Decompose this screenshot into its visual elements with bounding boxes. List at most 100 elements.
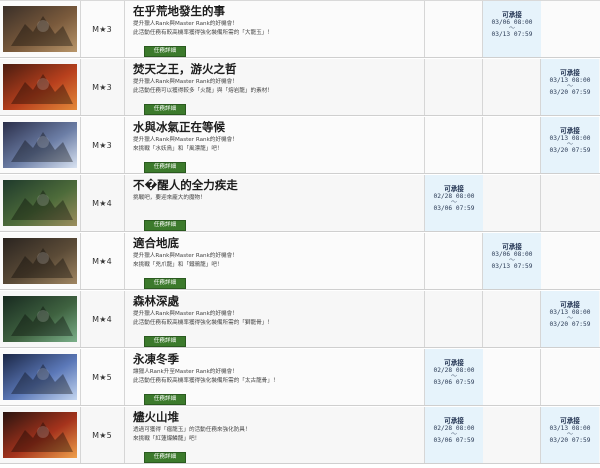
availability-window: 可承接 03/06 08:00 〜 03/13 07:59	[483, 9, 541, 39]
quest-rank: M★4	[92, 198, 112, 208]
quest-info: 焚天之王，游火之哲 提升獵人Rank與Master Rank的好機會！ 此活動任務可…	[133, 62, 423, 95]
quest-details-button[interactable]: 任務詳細	[144, 104, 186, 115]
availability-window: 可承接 02/28 08:00 〜 03/06 07:59	[425, 183, 483, 213]
column-divider	[124, 175, 125, 231]
quest-rank: M★5	[92, 430, 112, 440]
quest-title: 適合地底	[133, 236, 179, 250]
quest-details-button[interactable]: 任務詳細	[144, 162, 186, 173]
quest-description-line: 提升獵人Rank與Master Rank的好機會！	[133, 311, 238, 317]
quest-rank: M★5	[92, 372, 112, 382]
schedule-cell	[425, 117, 483, 173]
schedule-cell: 可承接 03/13 08:00 〜 03/20 07:59	[541, 407, 599, 463]
quest-thumbnail	[3, 354, 77, 400]
quest-thumbnail	[3, 180, 77, 226]
quest-title: 不�醒人的全力疾走	[133, 178, 238, 192]
quest-description-line: 來挑戰「紅蓮爆鱗龍」吧！	[133, 436, 201, 442]
schedule-cell: 可承接 03/13 08:00 〜 03/20 07:59	[541, 59, 599, 115]
quest-details-button[interactable]: 任務詳細	[144, 336, 186, 347]
monster-artwork	[3, 6, 77, 52]
quest-details-button[interactable]: 任務詳細	[144, 278, 186, 289]
availability-window: 可承接 03/13 08:00 〜 03/20 07:59	[541, 67, 599, 97]
quest-description-line: 此活動任務可以獲得較多「火龍」與「熔岩龍」的素材！	[133, 88, 273, 94]
schedule-cell	[541, 349, 599, 405]
quest-rank: M★4	[92, 256, 112, 266]
quest-details-button[interactable]: 任務詳細	[144, 220, 186, 231]
quest-title: 燼火山堆	[133, 410, 179, 424]
quest-description-line: 透過可獲得「瘤龍玉」的活動任務來強化防具！	[133, 427, 251, 433]
quest-details-button[interactable]: 任務詳細	[144, 452, 186, 463]
quest-title: 在乎荒地發生的事	[133, 4, 225, 18]
schedule-cell: 可承接 03/06 08:00 〜 03/13 07:59	[483, 1, 541, 57]
schedule-cell: 可承接 02/28 08:00 〜 03/06 07:59	[425, 407, 483, 463]
quest-info: 在乎荒地發生的事提升獵人Rank與Master Rank的好機會！ 此活動任務有較…	[133, 4, 423, 37]
monster-artwork	[3, 64, 77, 110]
schedule-cell: 可承接 03/13 08:00 〜 03/20 07:59	[541, 291, 599, 347]
availability-window: 可承接 03/13 08:00 〜 03/20 07:59	[541, 125, 599, 155]
quest-rank: M★3	[92, 24, 112, 34]
schedule-cell: 可承接 03/13 08:00 〜 03/20 07:59	[541, 117, 599, 173]
quest-thumbnail	[3, 412, 77, 458]
quest-description-line: 此活動任務有較高機率獲得強化裝備所需的「太古龍骨」！	[133, 378, 279, 384]
availability-label: 可承接	[560, 417, 580, 425]
quest-description-line: 此活動任務有較高機率獲得強化裝備所需的「大龍玉」！	[133, 30, 273, 36]
schedule-cell	[541, 1, 599, 57]
monster-artwork	[3, 296, 77, 342]
availability-end: 03/06 07:59	[433, 379, 475, 387]
quest-details-button[interactable]: 任務詳細	[144, 394, 186, 405]
availability-window: 可承接 02/28 08:00 〜 03/06 07:59	[425, 415, 483, 445]
quest-info: 適合地底 提升獵人Rank與Master Rank的好機會！ 來挑戰「兇爪龍」和「鐵…	[133, 236, 423, 269]
column-divider	[124, 349, 125, 405]
quest-thumbnail	[3, 64, 77, 110]
quest-description-line: 提升獵人Rank與Master Rank的好機會！	[133, 21, 238, 27]
availability-window: 可承接 02/28 08:00 〜 03/06 07:59	[425, 357, 483, 387]
availability-label: 可承接	[502, 243, 522, 251]
quest-thumbnail	[3, 296, 77, 342]
availability-label: 可承接	[560, 127, 580, 135]
monster-artwork	[3, 122, 77, 168]
column-divider	[124, 117, 125, 173]
schedule-cell	[483, 291, 541, 347]
quest-row: M★4 森林深處 提升獵人Rank與Master Rank的好機會！ 此活動任務有較高…	[0, 291, 600, 348]
quest-thumbnail	[3, 238, 77, 284]
schedule-cell: 可承接 03/06 08:00 〜 03/13 07:59	[483, 233, 541, 289]
schedule-cell	[425, 233, 483, 289]
quest-description-line: 提升獵人Rank與Master Rank的好機會！	[133, 253, 238, 259]
schedule-cell	[483, 117, 541, 173]
quest-row: M★3 水與冰氣正在等候 提升獵人Rank與Master Rank的好機會！ 來挑戰「…	[0, 117, 600, 174]
availability-end: 03/20 07:59	[549, 437, 591, 445]
quest-title: 水與冰氣正在等候	[133, 120, 225, 134]
quest-row: M★5 燼火山堆透過可獲得「瘤龍玉」的活動任務來強化防具！ 來挑戰「紅蓮爆鱗龍」吧！…	[0, 407, 600, 464]
availability-label: 可承接	[560, 301, 580, 309]
event-quest-table: M★3 在乎荒地發生的事提升獵人Rank與Master Rank的好機會！ 此活動任…	[0, 0, 600, 468]
availability-end: 03/06 07:59	[433, 437, 475, 445]
quest-info: 森林深處 提升獵人Rank與Master Rank的好機會！ 此活動任務有較高機率獲…	[133, 294, 423, 327]
quest-description-line: 挑戰吧，要迎來龐大的魔物！	[133, 195, 206, 201]
schedule-cell	[483, 407, 541, 463]
availability-label: 可承接	[560, 69, 580, 77]
schedule-cell	[425, 291, 483, 347]
column-divider	[124, 59, 125, 115]
quest-description-line: 讓獵人Rank升至Master Rank的好機會！	[133, 369, 238, 375]
column-divider	[124, 233, 125, 289]
quest-info: 燼火山堆透過可獲得「瘤龍玉」的活動任務來強化防具！ 來挑戰「紅蓮爆鱗龍」吧！	[133, 410, 423, 443]
monster-artwork	[3, 354, 77, 400]
schedule-cell	[483, 175, 541, 231]
schedule-cell	[483, 349, 541, 405]
schedule-cell	[425, 59, 483, 115]
quest-description-line: 提升獵人Rank與Master Rank的好機會！	[133, 137, 238, 143]
availability-label: 可承接	[444, 185, 464, 193]
availability-label: 可承接	[444, 359, 464, 367]
availability-window: 可承接 03/06 08:00 〜 03/13 07:59	[483, 241, 541, 271]
availability-end: 03/20 07:59	[549, 321, 591, 329]
column-divider	[124, 291, 125, 347]
monster-artwork	[3, 238, 77, 284]
quest-rank: M★4	[92, 314, 112, 324]
quest-details-button[interactable]: 任務詳細	[144, 46, 186, 57]
quest-row: M★3 焚天之王，游火之哲 提升獵人Rank與Master Rank的好機會！ 此活動…	[0, 59, 600, 116]
quest-rank: M★3	[92, 82, 112, 92]
quest-title: 永凍冬季	[133, 352, 179, 366]
column-divider	[124, 407, 125, 463]
quest-row: M★4 適合地底 提升獵人Rank與Master Rank的好機會！ 來挑戰「兇爪龍」…	[0, 233, 600, 290]
quest-description-line: 此活動任務有較高機率獲得強化裝備所需的「獅龍骨」！	[133, 320, 273, 326]
availability-window: 可承接 03/13 08:00 〜 03/20 07:59	[541, 299, 599, 329]
